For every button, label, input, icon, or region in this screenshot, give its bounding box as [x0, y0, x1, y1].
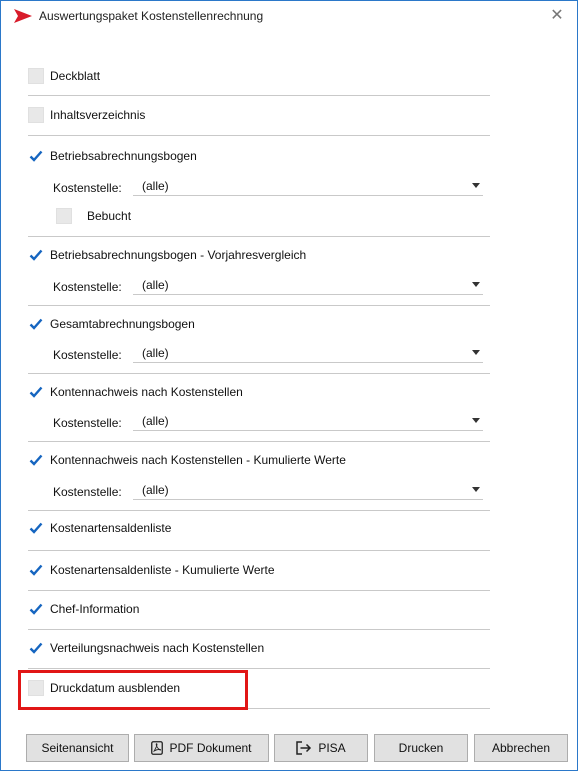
window-title: Auswertungspaket Kostenstellenrechnung — [39, 9, 264, 23]
option-label: Kontennachweis nach Kostenstellen — [50, 385, 243, 399]
checkbox-kontennachweis[interactable] — [28, 384, 44, 400]
checkbox-deckblatt[interactable] — [28, 68, 44, 84]
chevron-down-icon — [472, 487, 480, 492]
dialog-window: Auswertungspaket Kostenstellenrechnung ✕… — [0, 0, 578, 771]
checkbox-inhaltsverzeichnis[interactable] — [28, 107, 44, 123]
kostenstelle-label: Kostenstelle: — [53, 280, 122, 294]
kostenstelle-value: (alle) — [142, 414, 169, 428]
export-arrow-icon — [296, 741, 312, 755]
close-icon[interactable]: ✕ — [547, 6, 567, 26]
checkmark-icon — [29, 150, 43, 162]
checkmark-icon — [29, 318, 43, 330]
checkmark-icon — [29, 249, 43, 261]
option-label: Bebucht — [87, 209, 132, 223]
option-label: Betriebsabrechnungsbogen - Vorjahresverg… — [50, 248, 307, 262]
separator — [28, 236, 490, 237]
kostenstelle-select[interactable]: (alle) — [133, 177, 483, 196]
separator — [28, 668, 490, 669]
chevron-down-icon — [472, 350, 480, 355]
kostenstelle-value: (alle) — [142, 179, 169, 193]
checkmark-icon — [29, 642, 43, 654]
separator — [28, 95, 490, 96]
kostenstelle-value: (alle) — [142, 483, 169, 497]
checkbox-kostenartensaldenliste[interactable] — [28, 520, 44, 536]
checkmark-icon — [29, 564, 43, 576]
title-bar: Auswertungspaket Kostenstellenrechnung ✕ — [1, 1, 577, 31]
kostenstelle-label: Kostenstelle: — [53, 485, 122, 499]
button-label: PDF Dokument — [169, 741, 252, 755]
separator — [28, 510, 490, 511]
checkmark-icon — [29, 454, 43, 466]
pdf-dokument-button[interactable]: PDF Dokument — [134, 734, 269, 762]
checkbox-bebucht[interactable] — [56, 208, 72, 224]
option-label: Gesamtabrechnungsbogen — [50, 317, 195, 331]
kostenstelle-value: (alle) — [142, 278, 169, 292]
option-label: Kostenartensaldenliste — [50, 521, 172, 535]
checkmark-icon — [29, 522, 43, 534]
option-label: Chef-Information — [50, 602, 140, 616]
checkbox-betriebsabrechnungsbogen[interactable] — [28, 148, 44, 164]
kostenstelle-select[interactable]: (alle) — [133, 412, 483, 431]
separator — [28, 590, 490, 591]
chevron-down-icon — [472, 282, 480, 287]
chevron-down-icon — [472, 183, 480, 188]
kostenstelle-select[interactable]: (alle) — [133, 276, 483, 295]
button-label: PISA — [318, 741, 346, 755]
kostenstelle-select[interactable]: (alle) — [133, 344, 483, 363]
abbrechen-button[interactable]: Abbrechen — [474, 734, 568, 762]
kostenstelle-label: Kostenstelle: — [53, 416, 122, 430]
button-label: Abbrechen — [491, 741, 551, 755]
checkmark-icon — [29, 386, 43, 398]
checkbox-gesamtabrechnungsbogen[interactable] — [28, 316, 44, 332]
checkbox-bab-vorjahresvergleich[interactable] — [28, 247, 44, 263]
highlight-box — [18, 670, 248, 710]
chevron-down-icon — [472, 418, 480, 423]
logo-chevron-icon — [14, 9, 32, 23]
separator — [28, 305, 490, 306]
option-label: Deckblatt — [50, 69, 101, 83]
option-label: Kontennachweis nach Kostenstellen - Kumu… — [50, 453, 346, 467]
button-label: Seitenansicht — [41, 741, 114, 755]
checkbox-kostenartensaldenliste-kumuliert[interactable] — [28, 562, 44, 578]
separator — [28, 373, 490, 374]
separator — [28, 135, 490, 136]
option-label: Verteilungsnachweis nach Kostenstellen — [50, 641, 265, 655]
kostenstelle-label: Kostenstelle: — [53, 348, 122, 362]
kostenstelle-value: (alle) — [142, 346, 169, 360]
checkbox-verteilungsnachweis[interactable] — [28, 640, 44, 656]
kostenstelle-label: Kostenstelle: — [53, 181, 122, 195]
checkbox-chef-information[interactable] — [28, 601, 44, 617]
option-label: Kostenartensaldenliste - Kumulierte Wert… — [50, 563, 275, 577]
separator — [28, 441, 490, 442]
button-label: Drucken — [398, 741, 444, 755]
checkbox-kontennachweis-kumuliert[interactable] — [28, 452, 44, 468]
drucken-button[interactable]: Drucken — [374, 734, 468, 762]
pisa-button[interactable]: PISA — [274, 734, 368, 762]
option-label: Inhaltsverzeichnis — [50, 108, 146, 122]
separator — [28, 550, 490, 551]
kostenstelle-select[interactable]: (alle) — [133, 481, 483, 500]
pdf-icon — [151, 741, 164, 755]
separator — [28, 629, 490, 630]
checkmark-icon — [29, 603, 43, 615]
seitenansicht-button[interactable]: Seitenansicht — [26, 734, 129, 762]
option-label: Betriebsabrechnungsbogen — [50, 149, 197, 163]
